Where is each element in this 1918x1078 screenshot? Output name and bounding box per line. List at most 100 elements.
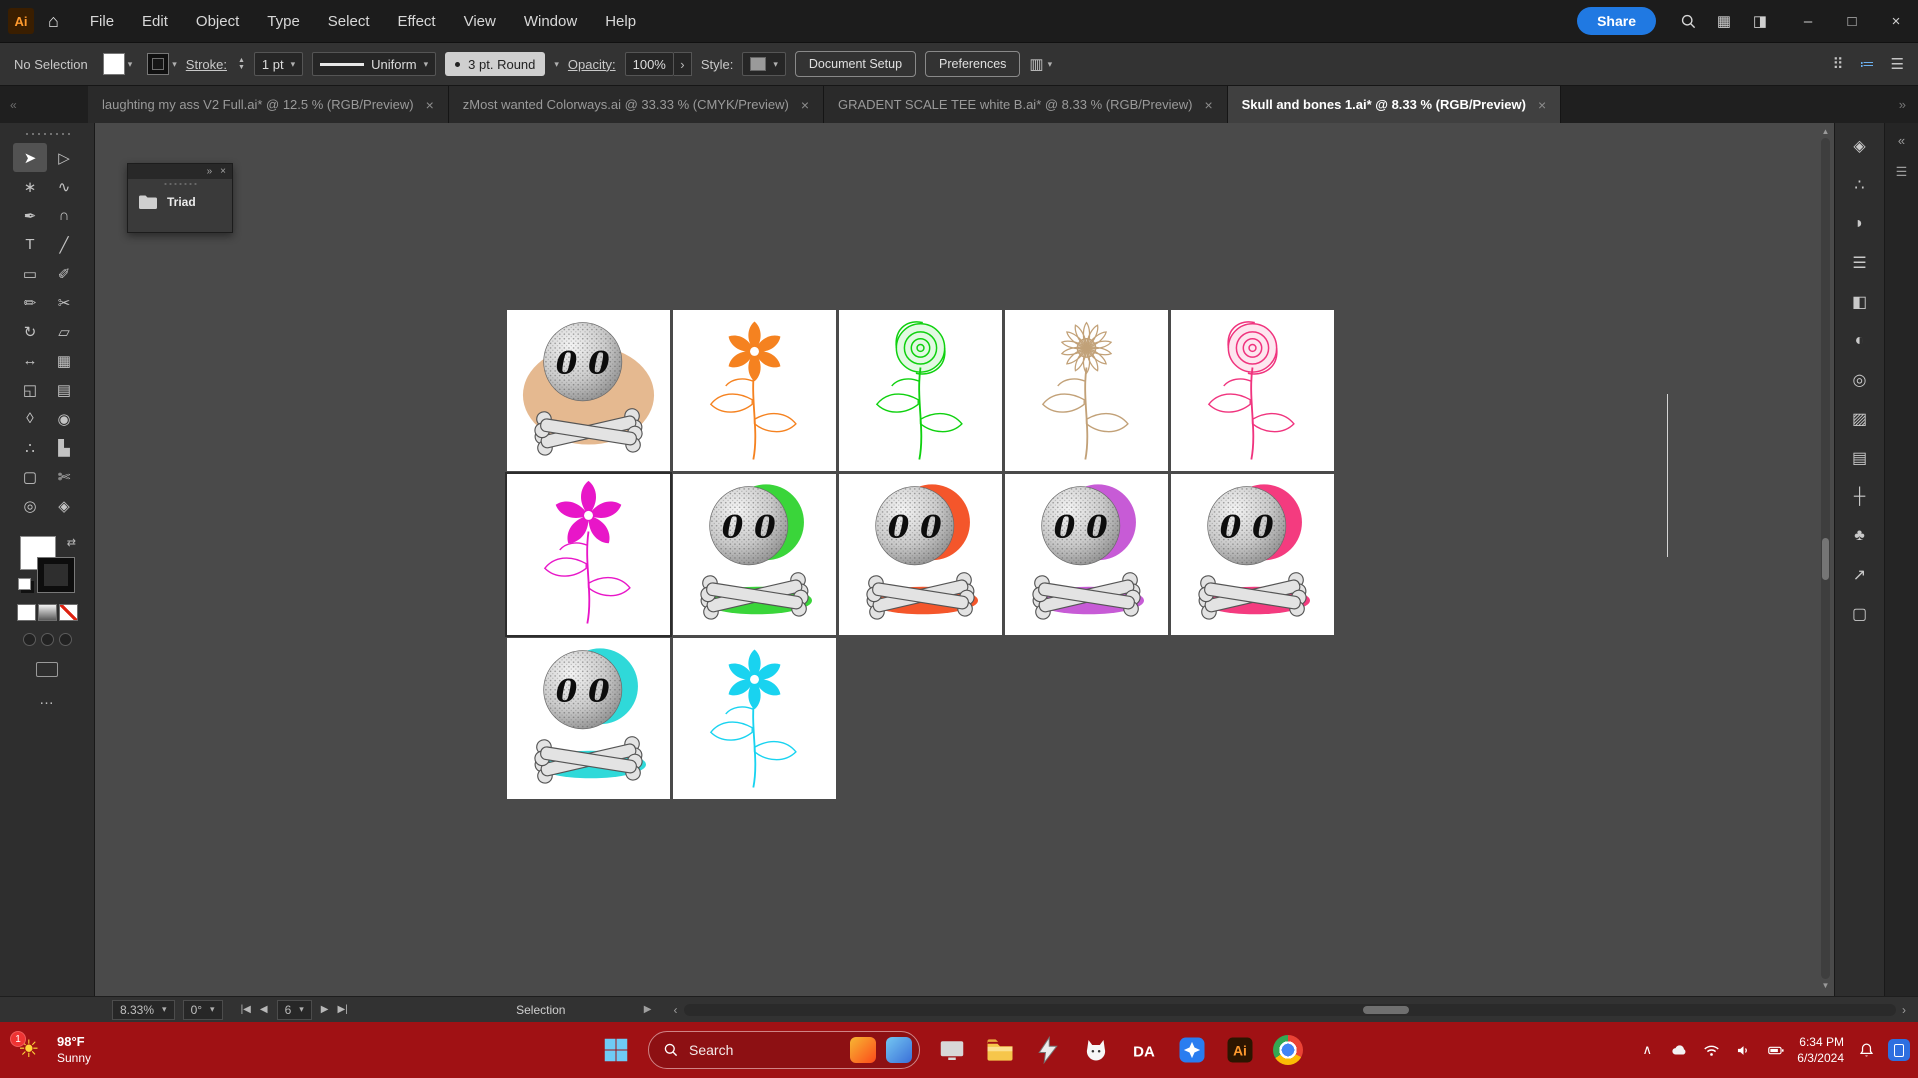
menu-window[interactable]: Window: [511, 8, 590, 35]
horizontal-scrollbar[interactable]: ‹ ›: [674, 1003, 1907, 1017]
color-mode-button[interactable]: [17, 604, 36, 621]
taskbar-search[interactable]: Search: [648, 1031, 920, 1069]
search-highlight-icon[interactable]: [850, 1037, 876, 1063]
taskbar-app-da-app[interactable]: DA: [1122, 1028, 1166, 1072]
panel-expand-icon[interactable]: »: [207, 166, 213, 177]
export-icon[interactable]: ↗: [1845, 564, 1875, 586]
artboard-3-flower[interactable]: [839, 310, 1002, 471]
screen-mode-button[interactable]: [36, 662, 58, 677]
arrange-documents-icon[interactable]: ▦: [1706, 6, 1742, 36]
magic-wand-tool[interactable]: ∗: [13, 172, 47, 201]
taskbar-app-cat-app[interactable]: [1074, 1028, 1118, 1072]
collapse-panels-icon[interactable]: «: [1898, 133, 1905, 148]
document-setup-button[interactable]: Document Setup: [795, 51, 916, 77]
document-tab-2[interactable]: zMost wanted Colorways.ai @ 33.33 % (CMY…: [449, 86, 824, 123]
artboard-tool[interactable]: ▢: [13, 462, 47, 491]
comments-icon[interactable]: ◧: [1845, 291, 1875, 313]
vertical-scroll-track[interactable]: [1821, 138, 1830, 979]
gradient-sphere-icon[interactable]: ◐: [1845, 330, 1875, 352]
pencil-tool[interactable]: ✏: [13, 288, 47, 317]
menu-type[interactable]: Type: [254, 8, 313, 35]
eyedropper-tool[interactable]: ◊: [13, 404, 47, 433]
menu-object[interactable]: Object: [183, 8, 252, 35]
line-segment-tool[interactable]: ╱: [47, 230, 81, 259]
battery-icon[interactable]: [1765, 1040, 1785, 1060]
pen-tool[interactable]: ✒: [13, 201, 47, 230]
step-up-icon[interactable]: ▲: [238, 57, 245, 64]
search-icon[interactable]: [1670, 6, 1706, 36]
3d-materials-icon[interactable]: ◈: [1845, 135, 1875, 157]
preferences-button[interactable]: Preferences: [925, 51, 1020, 77]
artboard-5-flower[interactable]: [1171, 310, 1334, 471]
zoom-dropdown[interactable]: 8.33% ▾: [112, 1000, 175, 1020]
rotation-dropdown[interactable]: 0° ▾: [183, 1000, 223, 1020]
type-tool[interactable]: T: [13, 230, 47, 259]
next-artboard-icon[interactable]: ▶: [321, 1004, 329, 1015]
cloud-icon[interactable]: [1669, 1040, 1689, 1060]
status-expand-icon[interactable]: ▶: [644, 1004, 652, 1015]
hand-tool[interactable]: ◈: [47, 491, 81, 520]
menu-effect[interactable]: Effect: [385, 8, 449, 35]
swap-fill-stroke-icon[interactable]: ⇄: [67, 536, 76, 549]
shading-icon[interactable]: ◗: [1845, 213, 1875, 235]
tab-scroll-right-icon[interactable]: »: [1899, 97, 1906, 112]
start-button[interactable]: [594, 1028, 638, 1072]
tab-close-icon[interactable]: ×: [801, 97, 809, 113]
slice-tool[interactable]: ✄: [47, 462, 81, 491]
artboard-11-skull[interactable]: 0 0: [507, 638, 670, 799]
horizontal-scroll-track[interactable]: [684, 1004, 1897, 1016]
chevron-up-icon[interactable]: ∧: [1637, 1040, 1657, 1060]
taskbar-app-file-explorer[interactable]: [978, 1028, 1022, 1072]
scissors-tool[interactable]: ✂: [47, 288, 81, 317]
close-button[interactable]: ×: [1874, 0, 1918, 42]
menu-select[interactable]: Select: [315, 8, 383, 35]
draw-normal-button[interactable]: [23, 633, 36, 646]
stroke-color-picker[interactable]: ▾: [147, 53, 177, 75]
properties-icon[interactable]: ☰: [1845, 252, 1875, 274]
search-highlight-icon-2[interactable]: [886, 1037, 912, 1063]
menu-view[interactable]: View: [451, 8, 509, 35]
align-icon[interactable]: ┼: [1845, 486, 1875, 508]
draw-behind-button[interactable]: [41, 633, 54, 646]
opacity-field[interactable]: 100%: [625, 52, 674, 76]
blend-tool[interactable]: ◉: [47, 404, 81, 433]
symbol-sprayer-tool[interactable]: ∴: [13, 433, 47, 462]
opacity-label[interactable]: Opacity:: [568, 57, 616, 72]
menu-help[interactable]: Help: [592, 8, 649, 35]
stroke-weight-field[interactable]: 1 pt ▾: [254, 52, 303, 76]
menu-hamburger-icon[interactable]: ☰: [1891, 55, 1904, 73]
scroll-down-icon[interactable]: ▼: [1822, 981, 1830, 990]
taskbar-app-illustrator-app[interactable]: Ai: [1218, 1028, 1262, 1072]
vertical-scroll-thumb[interactable]: [1822, 538, 1829, 580]
fill-color-picker[interactable]: ▾: [103, 53, 133, 75]
horizontal-scroll-thumb[interactable]: [1363, 1006, 1409, 1014]
width-tool[interactable]: ↔: [13, 346, 47, 375]
document-tab-1[interactable]: laughting my ass V2 Full.ai* @ 12.5 % (R…: [88, 86, 449, 123]
tab-scroll-left-icon[interactable]: «: [0, 86, 88, 123]
transform-options[interactable]: ▥ ▾: [1029, 55, 1052, 73]
curvature-tool[interactable]: ∩: [47, 201, 81, 230]
artboard-10-skull[interactable]: 0 0: [1171, 474, 1334, 635]
canvas[interactable]: » × Triad 0 0: [95, 123, 1834, 996]
artboards-icon[interactable]: ▢: [1845, 603, 1875, 625]
workspace-dots-icon[interactable]: ⠿: [1833, 55, 1844, 73]
document-tab-3[interactable]: GRADENT SCALE TEE white B.ai* @ 8.33 % (…: [824, 86, 1228, 123]
gradient-tool[interactable]: ▤: [47, 375, 81, 404]
width-profile-dropdown[interactable]: Uniform ▾: [312, 52, 436, 76]
last-artboard-icon[interactable]: ▶|: [338, 1004, 348, 1015]
column-graph-tool[interactable]: ▙: [47, 433, 81, 462]
color-spheres-icon[interactable]: ∴: [1845, 174, 1875, 196]
artboard-2-flower[interactable]: [673, 310, 836, 471]
menu-edit[interactable]: Edit: [129, 8, 181, 35]
opacity-expand-icon[interactable]: ›: [674, 52, 692, 76]
stroke-proxy-swatch[interactable]: [38, 558, 74, 592]
taskbar-app-chrome-app[interactable]: [1266, 1028, 1310, 1072]
wifi-icon[interactable]: [1701, 1040, 1721, 1060]
rectangle-tool[interactable]: ▭: [13, 259, 47, 288]
artboard-number-dropdown[interactable]: 6 ▾: [277, 1000, 312, 1020]
menu-file[interactable]: File: [77, 8, 127, 35]
layers-icon[interactable]: ▤: [1845, 447, 1875, 469]
zoom-tool[interactable]: ◎: [13, 491, 47, 520]
tab-close-icon[interactable]: ×: [1204, 97, 1212, 113]
draw-inside-button[interactable]: [59, 633, 72, 646]
